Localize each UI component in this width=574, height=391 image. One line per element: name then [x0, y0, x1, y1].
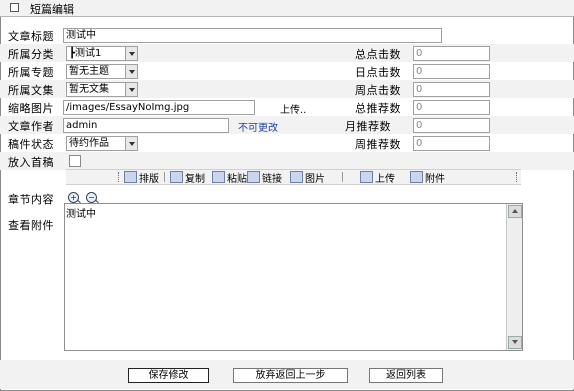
link-icon	[247, 171, 260, 183]
day-clicks-label: 日点击数	[355, 66, 401, 79]
upload-button[interactable]: 上传	[360, 171, 395, 185]
week-recommend-label: 周推荐数	[355, 138, 401, 151]
image-button[interactable]: 图片	[290, 171, 325, 185]
toolbar-grip	[516, 172, 519, 182]
status-value: 待约作品	[69, 138, 109, 149]
total-recommend-input[interactable]: 0	[413, 100, 490, 115]
collection-label: 所属文集	[8, 84, 54, 97]
scroll-down-icon[interactable]	[508, 336, 522, 349]
homepage-label: 放入首稿	[8, 156, 54, 169]
upload-link[interactable]: 上传..	[280, 101, 306, 116]
title-bar: 短篇编辑	[0, 0, 574, 17]
toolbar-grip	[118, 172, 121, 182]
thumbnail-input[interactable]: /images/EssayNoImg.jpg	[63, 100, 255, 115]
category-value: ┣测试1	[69, 48, 102, 59]
link-label: 链接	[262, 173, 282, 185]
upload-icon	[360, 171, 373, 183]
save-button[interactable]: 保存修改	[128, 368, 209, 383]
attachments-label: 查看附件	[8, 219, 54, 232]
copy-label: 复制	[185, 173, 205, 185]
week-clicks-input[interactable]: 0	[413, 82, 490, 97]
return-list-button[interactable]: 返回列表	[369, 368, 443, 383]
topic-value: 暂无主题	[69, 66, 109, 77]
attachment-label: 附件	[425, 173, 445, 185]
scroll-up-icon[interactable]	[508, 205, 522, 218]
upload-label: 上传	[375, 173, 395, 185]
page-title: 短篇编辑	[30, 3, 74, 16]
chevron-down-icon	[125, 47, 137, 60]
copy-icon	[170, 171, 183, 183]
status-select[interactable]: 待约作品	[66, 136, 138, 151]
total-recommend-label: 总推荐数	[355, 102, 401, 115]
footer-bar: 保存修改 放弃返回上一步 返回列表	[0, 360, 574, 389]
paste-label: 粘贴	[227, 173, 247, 185]
editor-text: 测试中	[66, 209, 96, 220]
row-topic: 所属专题 暂无主题 日点击数 0	[0, 62, 574, 80]
week-recommend-input[interactable]: 0	[413, 136, 490, 151]
toolbar-separator	[164, 172, 165, 182]
content-editor[interactable]: 测试中	[64, 203, 523, 351]
collection-select[interactable]: 暂无文集	[66, 82, 138, 97]
paste-icon	[212, 171, 225, 183]
row-status: 稿件状态 待约作品 周推荐数 0	[0, 134, 574, 152]
week-clicks-label: 周点击数	[355, 84, 401, 97]
author-label: 文章作者	[8, 120, 54, 133]
total-clicks-label: 总点击数	[355, 48, 401, 61]
layout-label: 排版	[139, 173, 159, 185]
link-button[interactable]: 链接	[247, 171, 282, 185]
thumbnail-label: 缩略图片	[8, 102, 54, 115]
row-thumbnail: 缩略图片 /images/EssayNoImg.jpg 上传.. 总推荐数 0	[0, 98, 574, 116]
total-clicks-input[interactable]: 0	[413, 46, 490, 61]
category-select[interactable]: ┣测试1	[66, 46, 138, 61]
zoom-in-icon[interactable]: +	[68, 192, 79, 203]
toolbar-separator	[238, 172, 239, 182]
row-author: 文章作者 admin 不可更改 月推荐数 0	[0, 116, 574, 134]
month-recommend-input[interactable]: 0	[413, 118, 490, 133]
toolbar-separator	[342, 172, 343, 182]
image-label: 图片	[305, 173, 325, 185]
category-label: 所属分类	[8, 48, 54, 61]
row-collection: 所属文集 暂无文集 周点击数 0	[0, 80, 574, 98]
attachment-button[interactable]: 附件	[410, 171, 445, 185]
image-icon	[290, 171, 303, 183]
collapse-checkbox[interactable]	[10, 3, 19, 12]
day-clicks-input[interactable]: 0	[413, 64, 490, 79]
zoom-out-icon[interactable]: −	[86, 192, 97, 203]
topic-select[interactable]: 暂无主题	[66, 64, 138, 79]
homepage-checkbox[interactable]	[69, 155, 81, 167]
article-title-input[interactable]: 测试中	[63, 28, 442, 43]
copy-button[interactable]: 复制	[170, 171, 205, 185]
content-label: 章节内容	[8, 193, 54, 206]
chevron-down-icon	[125, 65, 137, 78]
row-category: 所属分类 ┣测试1 总点击数 0	[0, 44, 574, 62]
author-input: admin	[63, 118, 229, 133]
attachment-icon	[410, 171, 423, 183]
editor-scrollbar[interactable]	[506, 204, 522, 350]
paste-button[interactable]: 粘贴	[212, 171, 247, 185]
month-recommend-label: 月推荐数	[345, 120, 391, 133]
status-label: 稿件状态	[8, 138, 54, 151]
layout-icon	[124, 171, 137, 183]
article-title-label: 文章标题	[8, 30, 54, 43]
collection-value: 暂无文集	[69, 84, 109, 95]
back-button[interactable]: 放弃返回上一步	[233, 368, 348, 383]
editor-toolbar: 排版 复制 粘贴 链接 图片 上传 附件	[66, 169, 521, 185]
author-locked-link: 不可更改	[238, 123, 278, 134]
chevron-down-icon	[125, 137, 137, 150]
topic-label: 所属专题	[8, 66, 54, 79]
layout-button[interactable]: 排版	[124, 171, 159, 185]
row-article-title: 文章标题 测试中	[0, 26, 574, 44]
row-homepage: 放入首稿	[0, 152, 574, 170]
chevron-down-icon	[125, 83, 137, 96]
